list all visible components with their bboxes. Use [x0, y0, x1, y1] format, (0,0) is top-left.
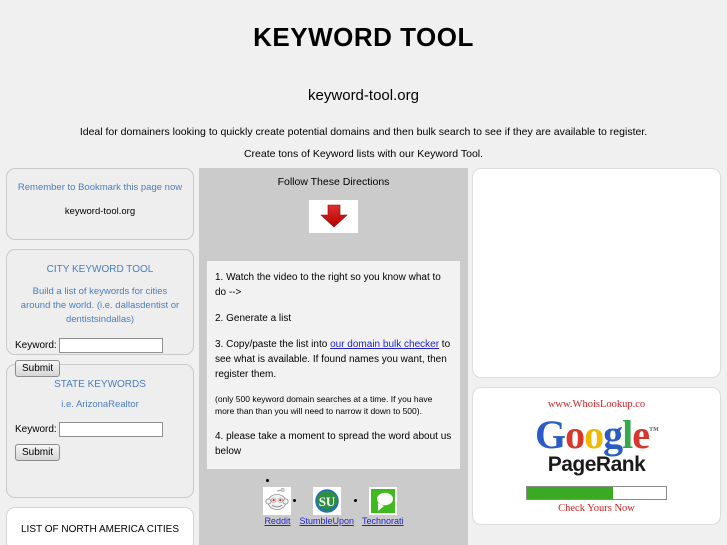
- direction-note: (only 500 keyword domain searches at a t…: [215, 394, 433, 417]
- google-letter-g1: G: [534, 412, 566, 457]
- video-player-placeholder[interactable]: [472, 168, 721, 378]
- google-letter-l: l: [622, 412, 633, 457]
- google-logo: Google™: [481, 415, 712, 455]
- share-label-technorati[interactable]: Technorati: [362, 516, 404, 526]
- stumbleupon-icon[interactable]: SU: [312, 486, 341, 515]
- pagerank-widget: www.WhoisLookup.co Google™ PageRank Chec…: [472, 387, 721, 525]
- page-header: KEYWORD TOOL keyword-tool.org Ideal for …: [0, 0, 727, 160]
- city-keyword-form-row: Keyword:: [15, 338, 187, 354]
- city-tool-heading: CITY KEYWORD TOOL: [46, 264, 154, 275]
- state-keyword-form-row: Keyword:: [15, 422, 187, 437]
- reddit-icon[interactable]: [263, 486, 292, 515]
- city-submit-button[interactable]: Submit: [15, 360, 61, 378]
- domain-bulk-checker-link[interactable]: our domain bulk checker: [330, 339, 439, 350]
- state-submit-button[interactable]: Submit: [15, 444, 61, 461]
- page-root: KEYWORD TOOL keyword-tool.org Ideal for …: [0, 0, 727, 545]
- na-cities-heading: LIST OF NORTH AMERICA CITIES: [21, 524, 179, 535]
- google-letter-g2: g: [603, 412, 623, 457]
- state-tool-example: i.e. ArizonaRealtor: [61, 399, 139, 410]
- share-item-technorati[interactable]: Technorati: [354, 486, 404, 526]
- step3-prefix: 3. Copy/paste the list into: [215, 339, 331, 350]
- google-letter-o2: o: [584, 412, 604, 457]
- pagerank-progress-bar: [526, 486, 667, 500]
- google-letter-o1: o: [565, 412, 585, 457]
- share-item-stumbleupon[interactable]: SU StumbleUpon: [293, 486, 354, 526]
- direction-step-1: 1. Watch the video to the right so you k…: [215, 272, 441, 298]
- direction-step-4: 4. please take a moment to spread the wo…: [215, 430, 452, 457]
- google-letter-e: e: [632, 412, 650, 457]
- directions-column: Follow These Directions 1. Watch the vid…: [199, 168, 468, 545]
- tagline-secondary: Create tons of Keyword lists with our Ke…: [243, 148, 484, 160]
- bookmark-domain: keyword-tool.org: [64, 206, 136, 217]
- state-keyword-input[interactable]: [58, 422, 163, 437]
- site-domain: keyword-tool.org: [308, 87, 419, 104]
- trademark-mark: ™: [649, 425, 659, 437]
- down-arrow-icon: [319, 204, 348, 228]
- content-columns: Remember to Bookmark this page now keywo…: [0, 168, 727, 545]
- city-keyword-label: Keyword:: [15, 340, 57, 352]
- tagline-primary: Ideal for domainers looking to quickly c…: [79, 126, 648, 138]
- pagerank-site-label[interactable]: www.WhoisLookup.co: [481, 399, 712, 410]
- directions-title: Follow These Directions: [277, 176, 390, 188]
- city-keyword-input[interactable]: [58, 338, 163, 354]
- social-share-row: Reddit SU StumbleUpon Technorati: [199, 478, 468, 526]
- down-arrow-image: [309, 200, 358, 233]
- pagerank-progress-fill: [527, 487, 614, 499]
- bookmark-title[interactable]: Remember to Bookmark this page now: [13, 182, 187, 193]
- technorati-icon[interactable]: [368, 486, 397, 515]
- share-label-stumbleupon[interactable]: StumbleUpon: [299, 516, 354, 526]
- page-title: KEYWORD TOOL: [253, 22, 474, 52]
- pagerank-wordmark: PageRank: [547, 453, 646, 476]
- direction-step-2: 2. Generate a list: [215, 313, 292, 324]
- state-keyword-label: Keyword:: [15, 424, 57, 435]
- right-column: www.WhoisLookup.co Google™ PageRank Chec…: [472, 168, 721, 534]
- share-item-reddit[interactable]: Reddit: [263, 478, 292, 526]
- check-pagerank-link[interactable]: Check Yours Now: [481, 503, 712, 514]
- svg-text:SU: SU: [318, 494, 335, 509]
- city-tool-description: Build a list of keywords for cities arou…: [20, 286, 180, 325]
- bullet-marker-technorati: [354, 498, 357, 502]
- state-keywords-panel: STATE KEYWORDS i.e. ArizonaRealtor Keywo…: [6, 364, 194, 498]
- directions-box: 1. Watch the video to the right so you k…: [207, 261, 460, 469]
- bookmark-panel: Remember to Bookmark this page now keywo…: [6, 168, 194, 240]
- sidebar: Remember to Bookmark this page now keywo…: [6, 168, 194, 545]
- city-keyword-tool-panel: CITY KEYWORD TOOL Build a list of keywor…: [6, 249, 194, 378]
- bullet-marker-reddit: [266, 478, 270, 482]
- bullet-marker-stumbleupon: [293, 498, 297, 502]
- share-label-reddit[interactable]: Reddit: [263, 516, 291, 526]
- direction-step-3: 3. Copy/paste the list into our domain b…: [215, 337, 452, 382]
- north-america-cities-panel: LIST OF NORTH AMERICA CITIES i.e. Seattl…: [6, 507, 194, 545]
